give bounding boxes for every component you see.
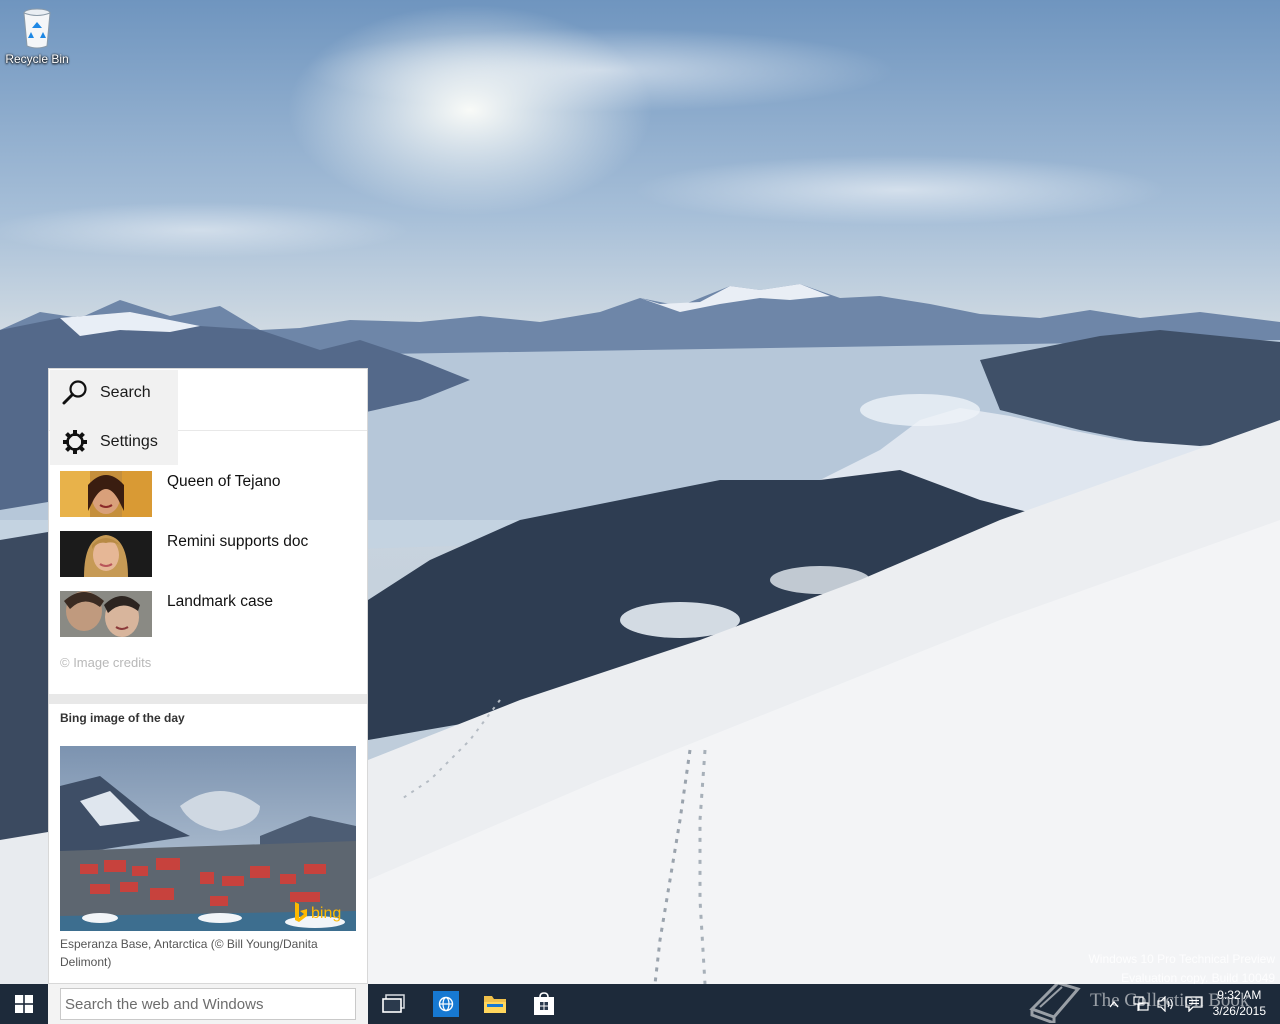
start-button[interactable] [0, 984, 48, 1024]
news-item[interactable]: Queen of Tejano [60, 471, 360, 519]
bing-image-of-the-day[interactable]: bing [60, 746, 356, 931]
gear-icon [50, 429, 100, 455]
section-divider [49, 694, 367, 704]
internet-explorer-button[interactable] [422, 984, 470, 1024]
news-title: Queen of Tejano [167, 473, 281, 490]
watermark-line: Windows 10 Pro Technical Preview [1088, 952, 1275, 966]
task-view-icon [382, 994, 405, 1013]
image-credits-link[interactable]: © Image credits [60, 655, 151, 670]
menu-item-label: Search [100, 384, 151, 401]
book-icon [1029, 981, 1081, 1023]
task-view-button[interactable] [370, 984, 418, 1024]
file-explorer-button[interactable] [471, 984, 519, 1024]
bing-image-caption: Esperanza Base, Antarctica (© Bill Young… [60, 937, 318, 969]
search-flyout-panel: Search Settings Queen of Tejano Remini s… [48, 368, 368, 984]
news-item[interactable]: Remini supports doc [60, 531, 360, 579]
news-thumbnail [60, 471, 152, 517]
internet-explorer-icon [433, 991, 459, 1017]
menu-item-search[interactable]: Search [50, 370, 178, 416]
recycle-bin-desktop-icon[interactable]: Recycle Bin [4, 8, 70, 66]
recycle-bin-label: Recycle Bin [5, 52, 69, 66]
menu-item-label: Settings [100, 433, 158, 450]
collection-book-text: The Collection Book [1090, 990, 1250, 1011]
taskbar-search-area [48, 984, 368, 1024]
news-item[interactable]: Landmark case [60, 591, 360, 639]
file-explorer-icon [484, 996, 506, 1013]
bing-logo-text: bing [311, 905, 341, 922]
news-title: Landmark case [167, 593, 273, 610]
taskbar-search-input[interactable] [60, 988, 356, 1020]
store-icon [534, 992, 554, 1015]
recycle-bin-icon [23, 8, 51, 49]
news-thumbnail [60, 531, 152, 577]
search-icon [50, 379, 100, 407]
store-button[interactable] [520, 984, 568, 1024]
collection-book-overlay: The Collection Book [1028, 978, 1268, 1024]
windows-logo-icon [15, 995, 33, 1013]
menu-item-settings[interactable]: Settings [50, 419, 178, 465]
news-title: Remini supports doc [167, 533, 309, 550]
news-thumbnail [60, 591, 152, 637]
bing-section-title: Bing image of the day [60, 711, 185, 725]
hamburger-menu-panel: Search Settings [50, 370, 178, 465]
